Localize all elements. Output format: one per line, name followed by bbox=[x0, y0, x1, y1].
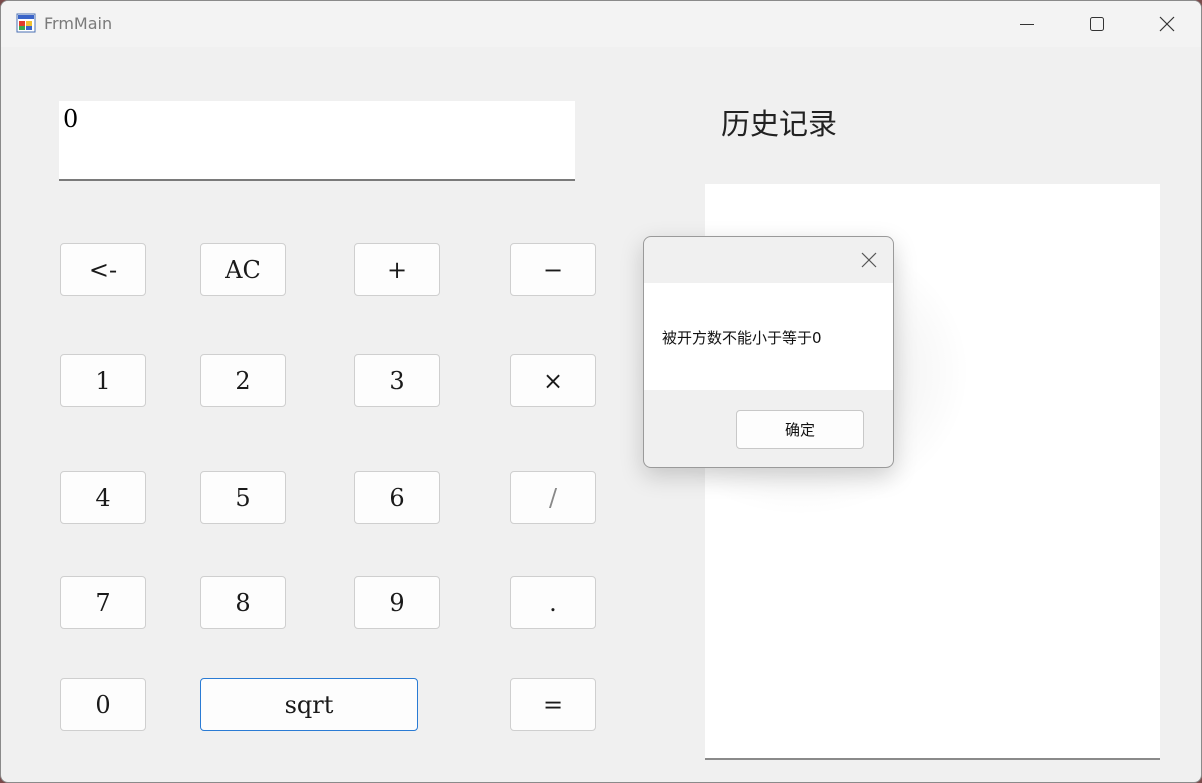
close-icon bbox=[861, 252, 877, 268]
display-field[interactable]: 0 bbox=[59, 101, 575, 181]
maximize-button[interactable] bbox=[1062, 1, 1132, 47]
digit-2-button[interactable]: 2 bbox=[200, 354, 286, 407]
close-button[interactable] bbox=[1132, 1, 1201, 47]
window-title: FrmMain bbox=[44, 14, 113, 33]
clear-button[interactable]: AC bbox=[200, 243, 286, 296]
digit-0-button[interactable]: 0 bbox=[60, 678, 146, 731]
digit-9-button[interactable]: 9 bbox=[354, 576, 440, 629]
main-window: FrmMain 0 历史记录 <- AC + − 1 2 3 × 4 5 6 / bbox=[0, 0, 1202, 783]
digit-5-button[interactable]: 5 bbox=[200, 471, 286, 524]
divide-button[interactable]: / bbox=[510, 471, 596, 524]
dialog-body: 被开方数不能小于等于0 bbox=[644, 283, 893, 390]
sqrt-button[interactable]: sqrt bbox=[200, 678, 418, 731]
maximize-icon bbox=[1090, 17, 1104, 31]
decimal-point-button[interactable]: . bbox=[510, 576, 596, 629]
digit-7-button[interactable]: 7 bbox=[60, 576, 146, 629]
minimize-button[interactable] bbox=[992, 1, 1062, 47]
backspace-button[interactable]: <- bbox=[60, 243, 146, 296]
digit-6-button[interactable]: 6 bbox=[354, 471, 440, 524]
digit-3-button[interactable]: 3 bbox=[354, 354, 440, 407]
dialog-message: 被开方数不能小于等于0 bbox=[662, 329, 822, 347]
error-message-box: 被开方数不能小于等于0 确定 bbox=[643, 236, 894, 468]
digit-1-button[interactable]: 1 bbox=[60, 354, 146, 407]
subtract-button[interactable]: − bbox=[510, 243, 596, 296]
digit-4-button[interactable]: 4 bbox=[60, 471, 146, 524]
history-label: 历史记录 bbox=[721, 107, 838, 141]
multiply-button[interactable]: × bbox=[510, 354, 596, 407]
digit-8-button[interactable]: 8 bbox=[200, 576, 286, 629]
winforms-app-icon bbox=[16, 13, 36, 33]
equals-button[interactable]: = bbox=[510, 678, 596, 731]
minimize-icon bbox=[1020, 24, 1034, 25]
close-icon bbox=[1159, 16, 1175, 32]
dialog-close-button[interactable] bbox=[854, 245, 884, 275]
add-button[interactable]: + bbox=[354, 243, 440, 296]
dialog-ok-button[interactable]: 确定 bbox=[736, 410, 864, 449]
title-bar[interactable]: FrmMain bbox=[1, 1, 1201, 47]
